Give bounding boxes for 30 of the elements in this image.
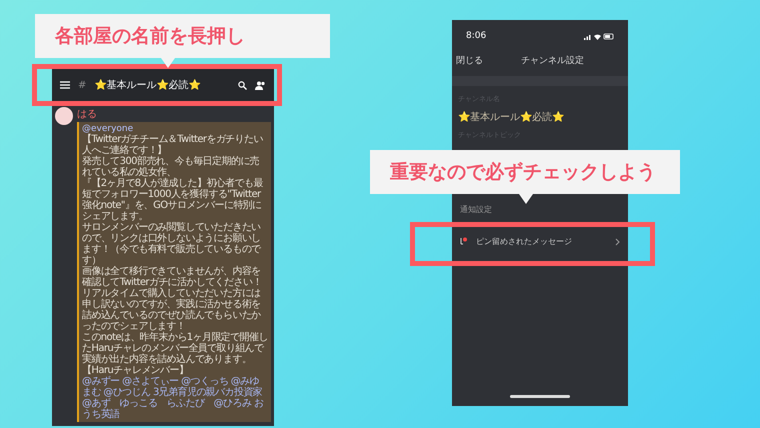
hash-symbol: # (78, 80, 86, 90)
channel-name[interactable]: ⭐基本ルール⭐必読⭐ (94, 78, 230, 92)
channel-name-field[interactable]: ⭐基本ルール⭐必読⭐ (458, 110, 622, 124)
message-text: サロンメンバーのみ閲覧していただきたいので、リンクは口外しないようにお願いします！（今でも有料で販売しているものです） (82, 222, 262, 266)
status-time: 8:06 (466, 31, 486, 41)
instruction-callout: 各部屋の名前を長押し (35, 14, 330, 58)
menu-icon[interactable] (60, 81, 70, 89)
search-icon[interactable] (238, 80, 247, 90)
status-icons (584, 32, 614, 40)
close-link[interactable]: 閉じる (456, 54, 483, 66)
message-text: 画像は全て移行できていませんが、内容を確認してTwitterガチに活かしてください！ (82, 266, 263, 288)
callout-tail (519, 194, 533, 204)
instruction-callout: 重要なので必ずチェックしよう (370, 150, 680, 194)
pinned-messages-row[interactable]: ピン留めされたメッセージ (452, 225, 628, 257)
message-text: 発売して300部売れ、今も毎日定期的に売れている私の処女作、 (82, 156, 260, 178)
pin-icon (460, 237, 468, 246)
members-icon[interactable] (255, 80, 266, 90)
channel-header[interactable]: # ⭐基本ルール⭐必読⭐ (52, 68, 274, 102)
user-avatar (55, 107, 73, 125)
home-indicator (510, 395, 570, 398)
screen-title: チャンネル設定 (521, 54, 584, 66)
message-text: リアルタイムで購入していただいた方には申し訳ないのですが、実践に活かせる術を詰め込んでいるのでぜひ読んでもらいたかったのでシェアします！ (82, 288, 262, 332)
chevron-icon (615, 238, 620, 246)
message-text: 【Twitterガチチーム＆Twitterをガチりたい人へご連絡です！】 (82, 134, 264, 156)
message-text: このnoteは、昨年末から1ヶ月限定で開催したHaruチャレのメンバー全員で取り組んで実績が出た内容を詰め込んであります。【Haruチャレメンバー】 (82, 332, 268, 376)
mention-list: @みずー @さよてぃー @つくっち @みゆまむ @ひつじん 3兄弟育児の親バカ投資家 @あず ゆっこる らふたび @ひろみ おうち英語 (82, 376, 268, 420)
author-name: はる (77, 108, 98, 121)
message-text: 『【2ヶ月で8人が達成した】初心者でも最短でフォロワー1000人を獲得する"Twitter強化note"』を、GOサロメンバーに特別にシェアします。 (82, 178, 264, 222)
mention-tag: @everyone (82, 124, 268, 134)
callout-tail (161, 58, 175, 68)
